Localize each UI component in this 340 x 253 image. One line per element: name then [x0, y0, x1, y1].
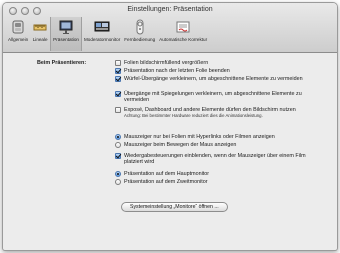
tab-fernbedienung[interactable]: Fernbedienung: [122, 17, 157, 51]
tab-moderatormonitor[interactable]: Moderatormonitor: [82, 17, 122, 51]
remote-icon: [132, 19, 148, 35]
checkbox-checked[interactable]: [115, 153, 121, 159]
option-expose-dashboard[interactable]: Exposé, Dashboard und andere Elemente dü…: [115, 107, 324, 119]
tab-label: Fernbedienung: [124, 37, 156, 42]
presentation-settings: Beim Präsentieren: Folien bildschirmfüll…: [3, 54, 337, 250]
radio-selected[interactable]: [115, 134, 121, 140]
checkbox-checked[interactable]: [115, 91, 121, 97]
tab-label: Lineale: [32, 37, 48, 42]
option-pointer-links-only[interactable]: Mauszeiger nur bei Folien mit Hyperlinks…: [115, 134, 324, 140]
option-fill-screen[interactable]: Folien bildschirmfüllend vergrößern: [115, 60, 324, 66]
tab-praesentation[interactable]: Präsentation: [50, 17, 82, 51]
toolbar: Einstellungen: Präsentation Allgemein Li…: [3, 3, 337, 53]
radio-selected[interactable]: [115, 171, 121, 177]
option-second-monitor[interactable]: Präsentation auf dem Zweitmonitor: [115, 179, 324, 185]
ruler-icon: [32, 19, 48, 35]
tab-automatische-korrektur[interactable]: Automatische Korrektur: [157, 17, 209, 51]
tab-lineale[interactable]: Lineale: [30, 17, 50, 51]
option-cube-transitions[interactable]: Würfel-Übergänge verkleinern, um abgesch…: [115, 76, 324, 82]
option-playback-controls[interactable]: Wiedergabesteuerungen einblenden, wenn d…: [115, 153, 324, 165]
expose-dashboard-label: Exposé, Dashboard und andere Elemente dü…: [124, 107, 296, 113]
checkbox[interactable]: [115, 107, 121, 113]
checkbox[interactable]: [115, 60, 121, 66]
autocorrect-icon: [175, 19, 191, 35]
open-displays-button[interactable]: Systemeinstellung „Monitore“ öffnen ...: [121, 202, 228, 212]
monitor-icon: [94, 19, 110, 35]
option-pointer-on-move[interactable]: Mauszeiger beim Bewegen der Maus anzeige…: [115, 142, 324, 148]
switch-icon: [10, 19, 26, 35]
tab-label: Automatische Korrektur: [159, 37, 208, 42]
window-title: Einstellungen: Präsentation: [127, 6, 213, 13]
option-main-monitor[interactable]: Präsentation auf dem Hauptmonitor: [115, 171, 324, 177]
presentation-icon: [58, 19, 74, 35]
radio[interactable]: [115, 142, 121, 148]
tab-allgemein[interactable]: Allgemein: [6, 17, 30, 51]
expose-warning-note: Achtung: Bei bestimmter Hardware reduzie…: [124, 113, 263, 119]
section-label: Beim Präsentieren:: [37, 60, 87, 66]
checkbox-checked[interactable]: [115, 76, 121, 82]
preferences-window: Einstellungen: Präsentation Allgemein Li…: [2, 2, 338, 251]
radio[interactable]: [115, 179, 121, 185]
checkbox-checked[interactable]: [115, 68, 121, 74]
tab-label: Präsentation: [53, 37, 79, 42]
tab-label: Moderatormonitor: [83, 37, 121, 42]
preference-tabs: Allgemein Lineale Präsentation Moderator…: [6, 17, 209, 51]
option-exit-after-last[interactable]: Präsentation nach der letzten Folie been…: [115, 68, 324, 74]
tab-label: Allgemein: [8, 37, 29, 42]
option-reflection-transitions[interactable]: Übergänge mit Spiegelungen verkleinern, …: [115, 91, 324, 103]
